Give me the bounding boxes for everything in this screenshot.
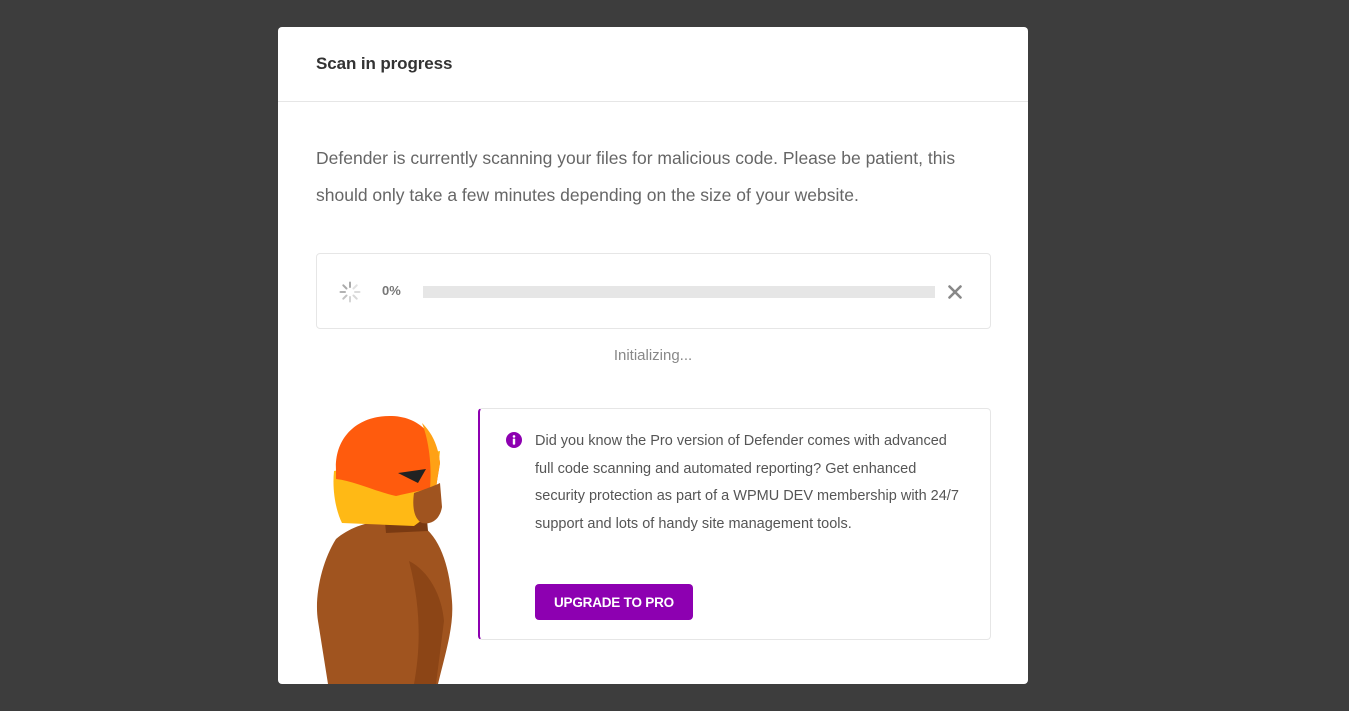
upgrade-to-pro-button[interactable]: UPGRADE TO PRO <box>535 584 693 620</box>
scan-modal: Scan in progress Defender is currently s… <box>278 27 1028 684</box>
info-icon <box>506 432 522 448</box>
close-icon <box>948 285 962 299</box>
defender-hero-illustration <box>316 415 453 684</box>
upsell-notice: Did you know the Pro version of Defender… <box>478 408 991 640</box>
cancel-scan-button[interactable] <box>943 280 967 304</box>
notice-text: Did you know the Pro version of Defender… <box>535 433 959 532</box>
modal-header: Scan in progress <box>278 27 1028 102</box>
progress-bar <box>423 286 935 298</box>
modal-title: Scan in progress <box>316 54 453 73</box>
scan-status-text: Initializing... <box>613 347 693 364</box>
progress-percent: 0% <box>382 283 401 298</box>
scan-description: Defender is currently scanning your file… <box>316 148 956 205</box>
loader-icon <box>339 281 361 303</box>
scan-progress-panel: 0% <box>316 253 991 329</box>
